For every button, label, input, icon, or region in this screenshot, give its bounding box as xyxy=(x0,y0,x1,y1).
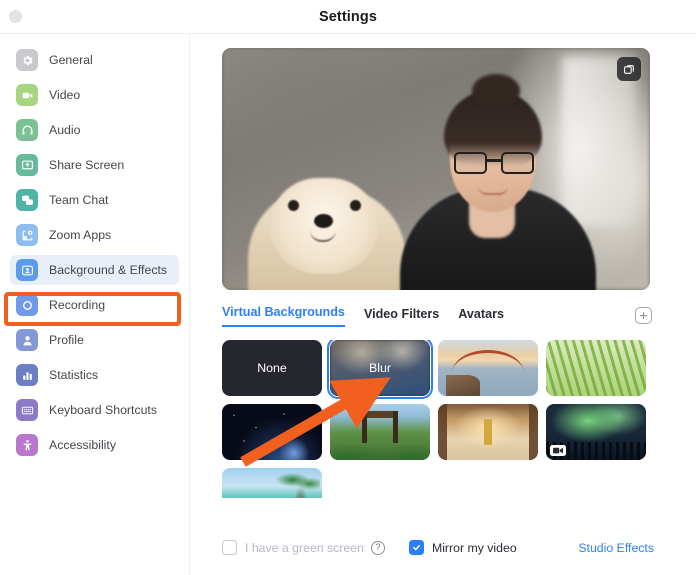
background-thumbnail-earth-from-space[interactable] xyxy=(222,404,322,460)
thumbnail-label: None xyxy=(222,340,322,396)
tab-avatars[interactable]: Avatars xyxy=(458,307,504,327)
video-badge-icon xyxy=(550,445,566,456)
page-title: Settings xyxy=(319,9,377,25)
sidebar-item-keyboard-shortcuts[interactable]: Keyboard Shortcuts xyxy=(10,395,179,425)
sidebar-item-label: Recording xyxy=(49,298,105,312)
preview-doorframe xyxy=(562,56,636,226)
gear-icon xyxy=(16,49,38,71)
sidebar-item-label: Share Screen xyxy=(49,158,124,172)
tab-video-filters[interactable]: Video Filters xyxy=(364,307,439,327)
background-thumbnail-aurora[interactable] xyxy=(546,404,646,460)
sidebar-item-background-and-effects[interactable]: Background & Effects xyxy=(10,255,179,285)
sidebar-item-profile[interactable]: Profile xyxy=(10,325,179,355)
sidebar-item-label: Statistics xyxy=(49,368,98,382)
sidebar-item-label: Video xyxy=(49,88,80,102)
background-thumbnail-blur[interactable]: Blur xyxy=(330,340,430,396)
sidebar-item-label: Accessibility xyxy=(49,438,116,452)
sidebar-item-label: Keyboard Shortcuts xyxy=(49,403,157,417)
mirror-video-option[interactable]: Mirror my video xyxy=(409,540,517,555)
thumbnail-label: Blur xyxy=(330,340,430,396)
person-frame-icon xyxy=(16,259,38,281)
settings-sidebar: General Video Audio Share Screen Team Ch xyxy=(0,34,190,575)
sidebar-item-audio[interactable]: Audio xyxy=(10,115,179,145)
accessibility-icon xyxy=(16,434,38,456)
background-thumbnail-menorah[interactable] xyxy=(438,404,538,460)
green-screen-checkbox[interactable] xyxy=(222,540,237,555)
sidebar-item-label: Zoom Apps xyxy=(49,228,111,242)
sidebar-item-video[interactable]: Video xyxy=(10,80,179,110)
preview-person-hair-bun xyxy=(472,74,520,108)
add-background-button[interactable] xyxy=(635,307,652,324)
green-screen-label: I have a green screen xyxy=(245,541,364,555)
sidebar-item-accessibility[interactable]: Accessibility xyxy=(10,430,179,460)
sidebar-item-statistics[interactable]: Statistics xyxy=(10,360,179,390)
preview-dog-nose xyxy=(314,214,333,228)
background-thumbnail-jungle-gate[interactable] xyxy=(330,404,430,460)
sidebar-item-general[interactable]: General xyxy=(10,45,179,75)
headphones-icon xyxy=(16,119,38,141)
share-screen-icon xyxy=(16,154,38,176)
sidebar-item-label: Audio xyxy=(49,123,80,137)
background-thumbnail-golden-gate-bridge[interactable] xyxy=(438,340,538,396)
green-screen-option[interactable]: I have a green screen ? xyxy=(222,540,385,555)
record-circle-icon xyxy=(16,294,38,316)
effects-tabs: Virtual Backgrounds Video Filters Avatar… xyxy=(222,305,650,327)
backgrounds-grid-scroll[interactable]: None Blur xyxy=(222,340,654,498)
preview-dog-eye-left xyxy=(288,200,299,211)
chat-bubbles-icon xyxy=(16,189,38,211)
sidebar-item-label: Profile xyxy=(49,333,84,347)
keyboard-icon xyxy=(16,399,38,421)
video-self-preview[interactable] xyxy=(222,48,650,290)
mirror-video-label: Mirror my video xyxy=(432,541,517,555)
background-options-bar: I have a green screen ? Mirror my video … xyxy=(222,540,654,555)
background-effects-panel: Virtual Backgrounds Video Filters Avatar… xyxy=(190,34,696,575)
sidebar-item-share-screen[interactable]: Share Screen xyxy=(10,150,179,180)
sidebar-item-team-chat[interactable]: Team Chat xyxy=(10,185,179,215)
background-thumbnail-beach[interactable] xyxy=(222,468,322,498)
tab-virtual-backgrounds[interactable]: Virtual Backgrounds xyxy=(222,305,345,327)
settings-shell: General Video Audio Share Screen Team Ch xyxy=(0,33,696,575)
pip-icon[interactable] xyxy=(617,57,641,81)
person-icon xyxy=(16,329,38,351)
sidebar-item-label: General xyxy=(49,53,93,67)
sidebar-item-zoom-apps[interactable]: Zoom Apps xyxy=(10,220,179,250)
backgrounds-grid: None Blur xyxy=(222,340,654,498)
sidebar-item-label: Team Chat xyxy=(49,193,108,207)
mirror-video-checkbox[interactable] xyxy=(409,540,424,555)
background-thumbnail-none[interactable]: None xyxy=(222,340,322,396)
zoom-apps-icon xyxy=(16,224,38,246)
background-thumbnail-grass[interactable] xyxy=(546,340,646,396)
preview-person-smile xyxy=(478,186,508,195)
sidebar-item-label: Background & Effects xyxy=(49,263,167,277)
sidebar-item-recording[interactable]: Recording xyxy=(10,290,179,320)
preview-dog-eye-right xyxy=(350,200,361,211)
video-camera-icon xyxy=(16,84,38,106)
window-close-dot[interactable] xyxy=(9,10,22,23)
preview-person-glasses xyxy=(454,152,534,174)
studio-effects-link[interactable]: Studio Effects xyxy=(578,541,654,555)
bar-chart-icon xyxy=(16,364,38,386)
help-icon[interactable]: ? xyxy=(371,541,385,555)
window-titlebar: Settings xyxy=(0,0,696,33)
